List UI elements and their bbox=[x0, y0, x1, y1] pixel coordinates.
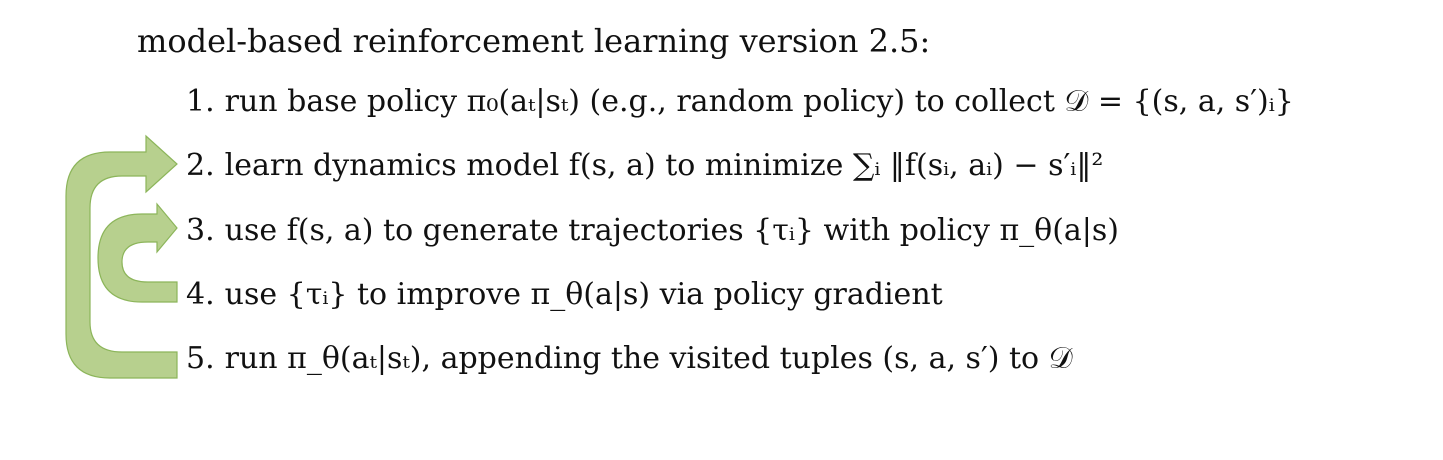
step-number: 5. bbox=[186, 341, 215, 376]
step-1: 1. run base policy π₀(aₜ|sₜ) (e.g., rando… bbox=[186, 80, 1294, 124]
step-5: 5. run π_θ(aₜ|sₜ), appending the visited … bbox=[186, 337, 1073, 381]
page-title: model-based reinforcement learning versi… bbox=[137, 22, 931, 60]
step-text: use {τᵢ} to improve π_θ(a|s) via policy … bbox=[224, 277, 943, 312]
step-number: 4. bbox=[186, 277, 215, 312]
step-text: run base policy π₀(aₜ|sₜ) (e.g., random … bbox=[224, 84, 1294, 119]
step-3: 3. use f(s, a) to generate trajectories {… bbox=[186, 209, 1119, 253]
step-4: 4. use {τᵢ} to improve π_θ(a|s) via polic… bbox=[186, 273, 943, 317]
step-text: use f(s, a) to generate trajectories {τᵢ… bbox=[224, 213, 1120, 248]
outer-loop-arrow-icon bbox=[65, 134, 178, 379]
step-number: 2. bbox=[186, 148, 215, 183]
step-2: 2. learn dynamics model f(s, a) to minimi… bbox=[186, 144, 1103, 188]
step-number: 1. bbox=[186, 84, 215, 119]
step-text: learn dynamics model f(s, a) to minimize… bbox=[224, 148, 1104, 183]
step-text: run π_θ(aₜ|sₜ), appending the visited tu… bbox=[224, 341, 1073, 376]
step-number: 3. bbox=[186, 213, 215, 248]
inner-loop-arrow-icon bbox=[97, 202, 178, 303]
